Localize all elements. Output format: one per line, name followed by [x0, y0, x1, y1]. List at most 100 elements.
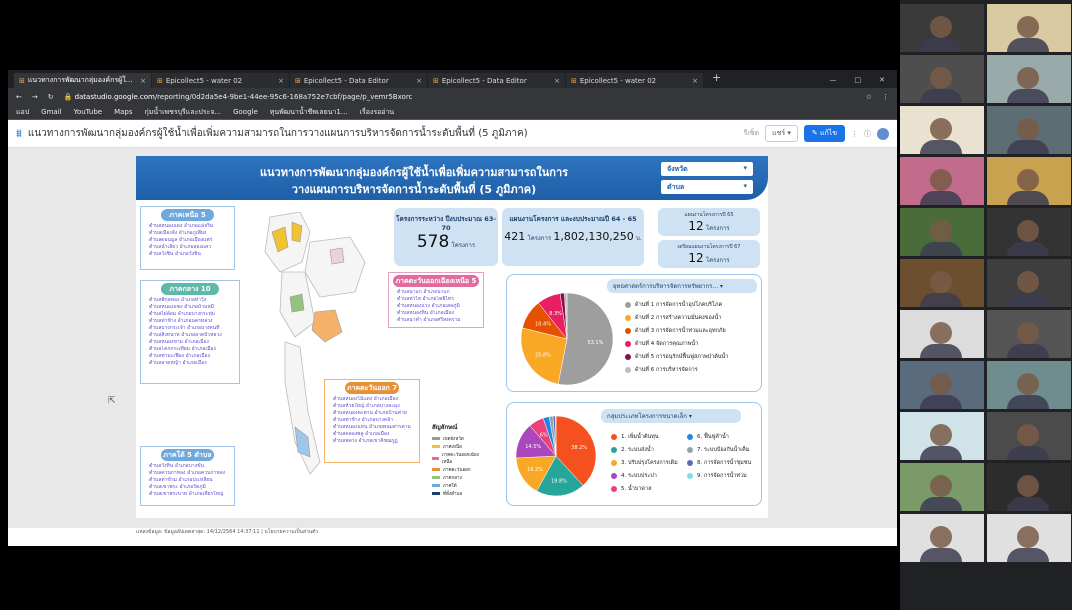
participant-body: [1007, 497, 1049, 511]
report-canvas: แนวทางการพัฒนากลุ่มองค์กรผู้ใช้น้ำเพื่อเ…: [8, 148, 897, 535]
participant-video-tile[interactable]: [900, 106, 984, 154]
minimize-icon[interactable]: —: [830, 76, 837, 84]
region-item: ตำบลหนองหิน อำเภอเมือง: [397, 310, 455, 316]
participant-video-tile[interactable]: [987, 412, 1071, 460]
close-icon[interactable]: ×: [416, 77, 422, 85]
participant-video-tile[interactable]: [900, 361, 984, 409]
district-filter[interactable]: ตำบล ▾: [661, 180, 753, 194]
region-item: ตำบลบางกระเจ้า อำเภอบางคนที: [149, 325, 220, 331]
close-icon[interactable]: ×: [692, 77, 698, 85]
participant-video-tile[interactable]: [987, 157, 1071, 205]
close-window-icon[interactable]: ✕: [879, 76, 885, 84]
participant-body: [920, 395, 962, 409]
participant-video-tile[interactable]: [987, 4, 1071, 52]
map-legend-label: เขตจังหวัด: [443, 437, 464, 442]
participant-video-tile[interactable]: [900, 208, 984, 256]
browser-tab[interactable]: ⊞ Epicollect5 - water 02 ×: [152, 73, 289, 88]
browser-tab[interactable]: ⊞ Epicollect5 - Data Editor ×: [428, 73, 565, 88]
forward-icon[interactable]: →: [32, 93, 38, 101]
bookmark-item[interactable]: Maps: [114, 108, 132, 116]
close-icon[interactable]: ×: [278, 77, 284, 85]
kpi-y67-label: เตรียมแผนงานโครงการปี 67: [677, 244, 741, 250]
map-legend-item: ภาคตะวันออกเฉียงเหนือ: [432, 451, 482, 465]
participant-body: [920, 140, 962, 154]
participant-video-tile[interactable]: [987, 514, 1071, 562]
bookmark-item[interactable]: ทุนพัฒนาน้ำชีพเลยนา1...: [270, 107, 348, 118]
more-icon[interactable]: ⋮: [851, 130, 858, 138]
participant-avatar: [1017, 67, 1039, 89]
edit-button[interactable]: ✎ แก้ไข: [803, 125, 845, 142]
browser-tab[interactable]: ⊞ แนวทางการพัฒนากลุ่มองค์กรผู้ใช้น้ำ ×: [14, 73, 151, 88]
region-item: ตำบลวังชิ้น อำเภอวังชิ้น: [149, 251, 201, 257]
strategy-dropdown[interactable]: ยุทธศาสตร์การบริหารจัดการทรัพยากร... ▾: [607, 279, 757, 293]
region-item: ตำบลท่ามะเฟือง อำเภอเมือง: [149, 353, 210, 359]
participant-video-tile[interactable]: [900, 310, 984, 358]
bookmark-item[interactable]: YouTube: [74, 108, 102, 116]
participant-video-tile[interactable]: [900, 412, 984, 460]
region-item: ตำบลนาคำ อำเภอศรีสงคราม: [397, 317, 461, 323]
bookmark-item[interactable]: กุ่มน้ำเพชรบุรีและประจ...: [145, 107, 222, 118]
bookmark-item[interactable]: เรื่องรออ่าน: [360, 107, 395, 118]
browser-tab[interactable]: ⊞ Epicollect5 - water 02 ×: [566, 73, 703, 88]
participant-video-tile[interactable]: [900, 259, 984, 307]
legend-dot: [687, 434, 693, 440]
participant-avatar: [930, 424, 952, 446]
maximize-icon[interactable]: □: [855, 76, 862, 84]
participant-video-tile[interactable]: [987, 463, 1071, 511]
report-title-line2: วางแผนการบริหารจัดการน้ำระดับพื้นที่ (5 …: [291, 183, 537, 196]
bookmark-item[interactable]: Gmail: [41, 108, 61, 116]
avatar[interactable]: [877, 127, 889, 140]
new-tab-button[interactable]: +: [704, 71, 729, 88]
participant-avatar: [1017, 526, 1039, 548]
participant-video-tile[interactable]: [900, 157, 984, 205]
bookmark-item[interactable]: Google: [233, 108, 258, 116]
participant-body: [1007, 89, 1049, 103]
participant-video-tile[interactable]: [900, 55, 984, 103]
participant-video-tile[interactable]: [987, 361, 1071, 409]
participant-body: [1007, 446, 1049, 460]
reload-icon[interactable]: ↻: [48, 93, 54, 101]
kpi-projects-label: โครงการระหว่าง ปีงบประมาณ 63-70: [395, 215, 497, 232]
legend-swatch: [432, 484, 440, 487]
participant-video-tile[interactable]: [987, 310, 1071, 358]
legend-item: ด้านที่ 6 การบริหารจัดการ: [625, 366, 728, 374]
participant-video-tile[interactable]: [900, 463, 984, 511]
participant-video-tile[interactable]: [900, 4, 984, 52]
menu-icon[interactable]: ⋮: [882, 93, 889, 101]
participant-avatar: [930, 118, 952, 140]
legend-dot: [687, 460, 693, 466]
close-icon[interactable]: ×: [140, 77, 146, 85]
participant-video-tile[interactable]: [900, 514, 984, 562]
reset-button[interactable]: รีเซ็ต: [744, 128, 759, 139]
province-filter[interactable]: จังหวัด ▾: [661, 162, 753, 176]
close-icon[interactable]: ×: [554, 77, 560, 85]
browser-tab[interactable]: ⊞ Epicollect5 - Data Editor ×: [290, 73, 427, 88]
legend-label: 9. การจัดการน้ำท่วม: [697, 473, 747, 479]
legend-item: 6. ฟื้นฟูลำน้ำ: [687, 433, 751, 441]
kpi-y65-label: แผนงานโครงการปี 65: [684, 212, 734, 218]
participant-video-tile[interactable]: [987, 106, 1071, 154]
participant-video-tile[interactable]: [987, 208, 1071, 256]
chevron-down-icon: ▾: [743, 164, 747, 172]
strategy-panel: ยุทธศาสตร์การบริหารจัดการทรัพยากร... ▾ 5…: [506, 274, 762, 392]
region-item: ตำบลวังหิน อำเภอบางขัน: [149, 463, 204, 469]
help-icon[interactable]: ⓘ: [864, 129, 871, 139]
map-legend-title: สัญลักษณ์: [432, 424, 458, 431]
bookmark-item[interactable]: แอป: [16, 107, 29, 118]
tab-favicon-icon: ⊞: [157, 76, 163, 85]
pie-data-label: 14.5%: [525, 444, 541, 450]
participant-video-tile[interactable]: [987, 55, 1071, 103]
share-button[interactable]: แชร์ ▾: [765, 125, 798, 142]
star-icon[interactable]: ☆: [866, 93, 872, 101]
back-icon[interactable]: ←: [16, 93, 22, 101]
type-dropdown[interactable]: กลุ่มประเภทโครงการขนาดเล็ก ▾: [601, 409, 741, 423]
map-east: [311, 309, 343, 343]
shared-screen: ⊞ แนวทางการพัฒนากลุ่มองค์กรผู้ใช้น้ำ × ⊞ Epi…: [8, 70, 897, 546]
tab-label: Epicollect5 - Data Editor: [303, 76, 389, 85]
participant-video-tile[interactable]: [987, 259, 1071, 307]
legend-label: 4. ระบบประปา: [621, 473, 657, 479]
participant-avatar: [1017, 220, 1039, 242]
region-item: ตำบลท่าไฮ อำเภอโพธิ์ไทร: [397, 296, 454, 302]
url-field[interactable]: 🔒 datastudio.google.com/reporting/0d2da5…: [64, 93, 856, 101]
region-northeast-title: ภาคตะวันออกเฉียงเหนือ 5 ตำบล: [393, 275, 479, 297]
